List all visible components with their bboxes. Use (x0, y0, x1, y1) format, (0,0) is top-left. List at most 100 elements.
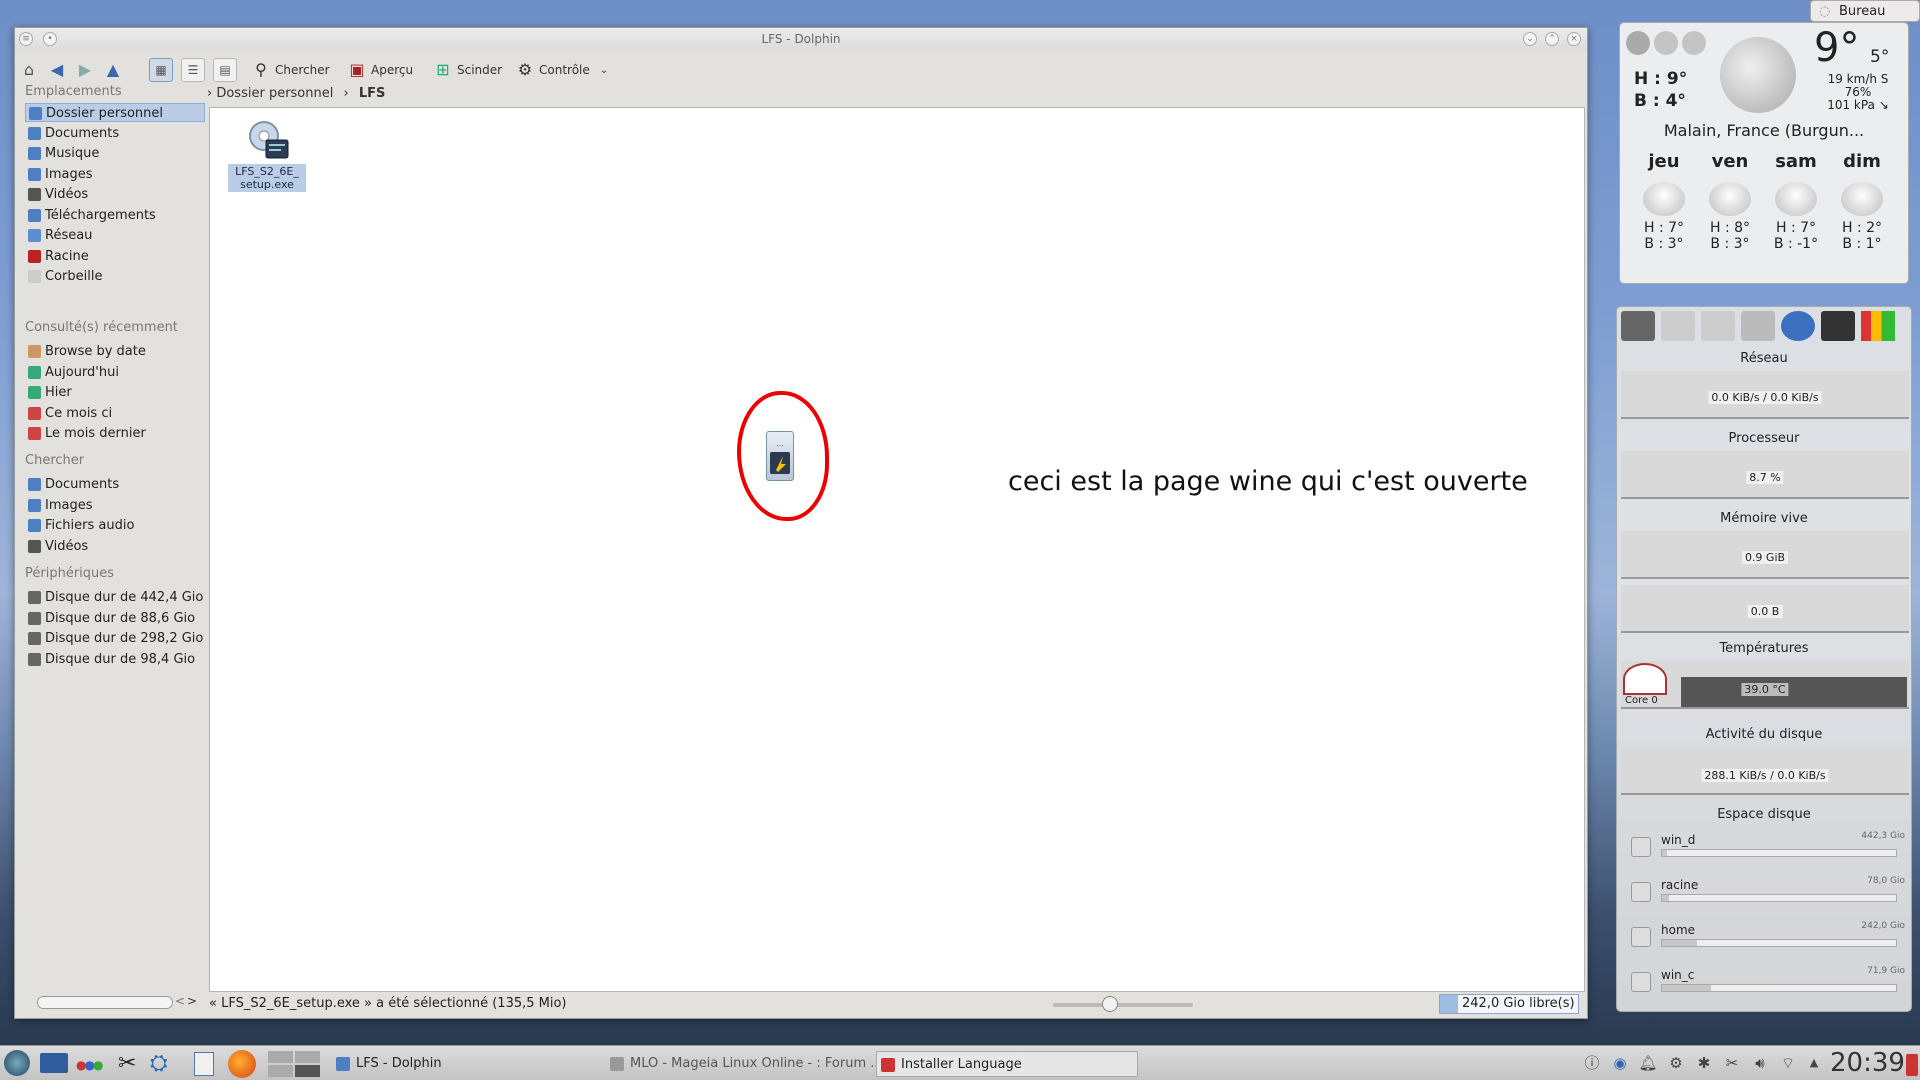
cpu-icon[interactable] (1821, 311, 1855, 341)
breadcrumb-home[interactable]: Dossier personnel (216, 86, 333, 101)
desktop-button[interactable]: ◌ Bureau (1810, 0, 1920, 22)
show-desktop-icon[interactable] (40, 1053, 68, 1073)
taskbar-task[interactable]: LFS - Dolphin (332, 1051, 602, 1077)
sidebar-device-item[interactable]: Disque dur de 98,4 Gio (25, 650, 205, 669)
bluetooth-icon[interactable]: ✱ (1694, 1053, 1714, 1073)
scroll-right-icon[interactable]: > (187, 994, 197, 1008)
settings-tray-icon[interactable]: ⚙ (1666, 1053, 1686, 1073)
pager[interactable] (268, 1051, 320, 1077)
compact-view-button[interactable]: ☰ (181, 58, 205, 82)
sidebar-place-item[interactable]: Réseau (25, 226, 205, 245)
expand-tray-icon[interactable]: ▲ (1804, 1053, 1824, 1073)
sidebar-device-icon (28, 652, 41, 666)
sidebar-device-item[interactable]: Disque dur de 298,2 Gio (25, 629, 205, 648)
disk-usage-fill (1662, 985, 1712, 991)
volume-icon[interactable]: 🔊︎ (1750, 1053, 1770, 1073)
window-titlebar[interactable]: LFS - Dolphin (15, 28, 1587, 50)
forward-button[interactable]: ▶ (75, 56, 95, 84)
app-launcher-icon[interactable] (4, 1050, 30, 1076)
sidebar-place-item[interactable]: Musique (25, 144, 205, 163)
zoom-slider-handle[interactable] (1102, 996, 1118, 1012)
free-space-indicator[interactable]: 242,0 Gio libre(s) (1439, 994, 1579, 1014)
dots-icon[interactable]: ●●● (76, 1058, 104, 1072)
breadcrumb-current[interactable]: LFS (359, 86, 386, 101)
network-tray-icon[interactable]: ◉ (1610, 1053, 1630, 1073)
file-name-line2: setup.exe (240, 178, 294, 191)
maximize-icon[interactable]: ⌃ (1545, 32, 1559, 46)
document-icon[interactable] (194, 1052, 214, 1076)
sidebar-recent-item[interactable]: Ce mois ci (25, 404, 205, 423)
forecast-low: B : -1° (1773, 236, 1819, 252)
icons-view-button[interactable]: ▦ (149, 58, 173, 82)
home-button[interactable]: ⌂ (19, 56, 39, 84)
sidebar-place-item[interactable]: Téléchargements (25, 206, 205, 225)
forward-arrow-icon: ▶ (78, 60, 92, 79)
up-button[interactable]: ▲ (103, 56, 123, 84)
taskbar-task[interactable]: MLO - Mageia Linux Online - : Forum ... (606, 1051, 876, 1077)
window-menu-icon[interactable]: ≡ (19, 32, 33, 46)
details-view-button[interactable]: ▤ (213, 58, 237, 82)
sidebar-device-item[interactable]: Disque dur de 442,4 Gio (25, 588, 205, 607)
cloud-icon (1775, 182, 1817, 216)
preview-button[interactable]: ▣ Aperçu (347, 56, 413, 84)
info-tray-icon[interactable]: ⓘ (1582, 1053, 1602, 1073)
split-button[interactable]: ⊞ Scinder (433, 56, 502, 84)
sidebar-place-item[interactable]: Corbeille (25, 267, 205, 286)
sidebar-search-item[interactable]: Fichiers audio (25, 516, 205, 535)
info-icon[interactable] (1654, 31, 1678, 55)
minimize-icon[interactable]: ⌄ (1523, 32, 1537, 46)
firefox-icon[interactable] (228, 1050, 256, 1078)
taskbar: ●●● ✂ ⛭ ⓘ ◉ 🔔︎ ⚙ ✱ ✂ 🔊︎ ⌔ ▲ 20:39 LFS - … (0, 1045, 1920, 1080)
disk-space-row: win_c 71,9 Gio (1621, 964, 1909, 1006)
drive-icon[interactable] (1621, 311, 1655, 341)
forecast-high: H : 2° (1841, 220, 1883, 236)
disk-usage-bar (1661, 849, 1897, 857)
wifi-icon[interactable]: ⌔ (1778, 1053, 1798, 1073)
sidebar-search-item[interactable]: Images (25, 496, 205, 515)
weather-settings-icon[interactable] (1626, 31, 1650, 55)
wine-window-icon[interactable]: ... (766, 431, 794, 481)
disk-icon[interactable] (1661, 311, 1695, 341)
sidebar-recent-item[interactable]: Browse by date (25, 342, 205, 361)
close-icon[interactable]: × (1567, 32, 1581, 46)
thermometer-icon[interactable] (1741, 311, 1775, 341)
sidebar-search-item[interactable]: Vidéos (25, 537, 205, 556)
signal-bars-icon[interactable] (1861, 311, 1895, 341)
search-button[interactable]: ⚲ Chercher (251, 56, 329, 84)
network-globe-icon[interactable] (1781, 311, 1815, 341)
sidebar-place-item[interactable]: Images (25, 165, 205, 184)
tools-icon[interactable]: ✂ (118, 1051, 136, 1076)
sidebar-device-label: Disque dur de 98,4 Gio (45, 651, 196, 667)
sidebar-place-item[interactable]: Racine (25, 247, 205, 266)
sidebar-search-icon (28, 498, 41, 512)
lock-icon[interactable] (1906, 1054, 1918, 1076)
taskbar-task[interactable]: Installer Language (876, 1051, 1138, 1077)
temperature-value: 39.0 °C (1741, 683, 1789, 696)
scroll-left-icon[interactable]: < (175, 994, 185, 1008)
sidebar-device-item[interactable]: Disque dur de 88,6 Gio (25, 609, 205, 628)
clipboard-icon[interactable]: ✂ (1722, 1053, 1742, 1073)
file-view[interactable]: LFS_S2_6E_ setup.exe ceci est la page win… (209, 107, 1585, 992)
sidebar-place-item[interactable]: Documents (25, 124, 205, 143)
globe-icon[interactable] (1682, 31, 1706, 55)
clock[interactable]: 20:39 (1830, 1048, 1905, 1078)
sidebar-scrollbar[interactable] (37, 996, 173, 1009)
notification-icon[interactable]: 🔔︎ (1638, 1053, 1658, 1073)
forecast-day: dim H : 2° B : 1° (1832, 151, 1892, 252)
sidebar-place-item[interactable]: Vidéos (25, 185, 205, 204)
disk-icon[interactable] (1701, 311, 1735, 341)
sidebar-recent-item[interactable]: Le mois dernier (25, 424, 205, 443)
disk-name: win_d (1661, 833, 1696, 847)
user-icon[interactable]: ⛭ (150, 1051, 168, 1076)
compact-view-icon: ☰ (187, 63, 199, 77)
zoom-slider[interactable] (1053, 1003, 1193, 1007)
sidebar-place-item[interactable]: Dossier personnel (25, 103, 205, 122)
back-button[interactable]: ◀ (47, 56, 67, 84)
sidebar-recent-icon (28, 386, 41, 399)
control-button[interactable]: ⚙ Contrôle ⌄ (515, 56, 608, 84)
sidebar-search-item[interactable]: Documents (25, 475, 205, 494)
sidebar-recent-item[interactable]: Aujourd'hui (25, 363, 205, 382)
pin-icon[interactable]: • (43, 32, 57, 46)
sidebar-recent-item[interactable]: Hier (25, 383, 205, 402)
file-item[interactable]: LFS_S2_6E_ setup.exe (228, 118, 306, 192)
